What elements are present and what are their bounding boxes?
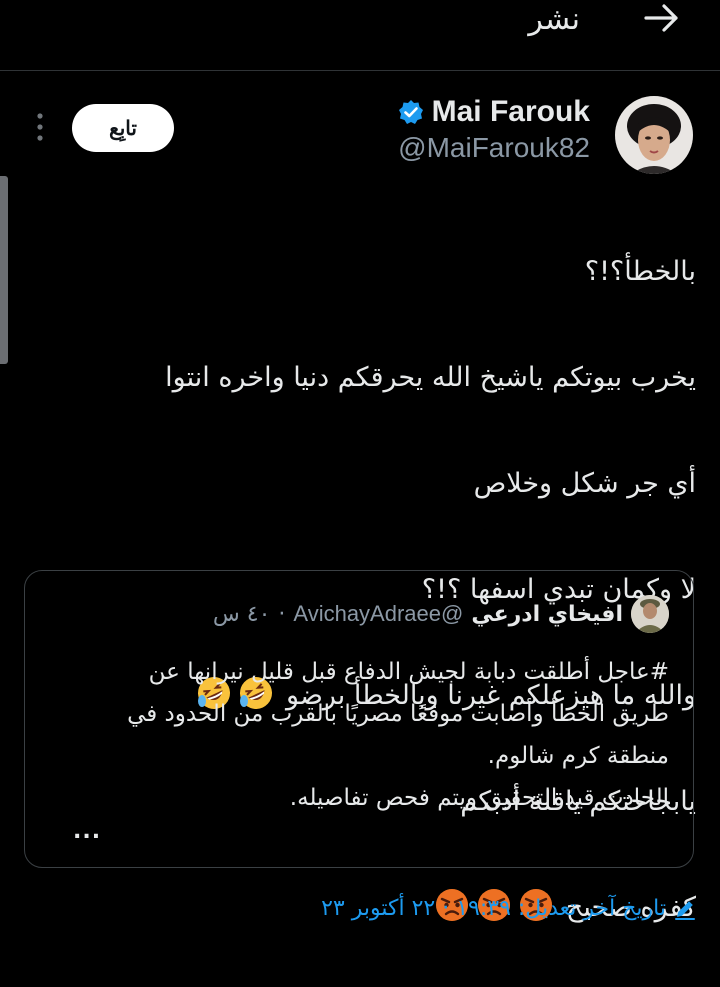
edited-text: تاريخ آخر تعديل: ١٩:٣٩ · ٢٢ أكتوبر ٢٣ <box>321 896 666 921</box>
quoted-line: طريق الخطأ وأصابت موقعًا مصريًا بالقرب م… <box>127 701 669 727</box>
quoted-timestamp[interactable]: ٤٠ س <box>213 602 271 627</box>
vertical-ellipsis-icon[interactable] <box>36 112 44 142</box>
quoted-line: الحادث قيد التحقيق ويتم فحص تفاصيله. <box>289 785 669 811</box>
avatar[interactable] <box>615 96 693 174</box>
quoted-tweet-text: #عاجل أطلقت دبابة لجيش الدفاع قبل قليل ن… <box>59 651 669 819</box>
quoted-avatar[interactable] <box>631 595 669 633</box>
top-bar: نشر <box>0 0 720 71</box>
separator-dot: · <box>278 601 286 627</box>
pencil-icon <box>675 900 695 920</box>
quoted-line: #عاجل أطلقت دبابة لجيش الدفاع قبل قليل ن… <box>148 659 669 685</box>
follow-button[interactable]: تابِع <box>72 104 174 152</box>
author-handle[interactable]: @MaiFarouk82 <box>398 132 590 164</box>
tweet-line: يخرب بيوتكم ياشيخ الله يحرقكم دنيا واخره… <box>165 362 696 393</box>
tweet-line: أي جر شكل وخلاص <box>473 468 696 499</box>
quoted-author-name[interactable]: افيخاي ادرعي <box>471 602 623 627</box>
scrollbar[interactable] <box>0 176 8 364</box>
quoted-tweet-card[interactable]: افيخاي ادرعي @AvichayAdraee · ٤٠ س #عاجل… <box>24 570 694 868</box>
page-title: نشر <box>528 2 580 37</box>
quoted-author-handle[interactable]: @AvichayAdraee <box>293 601 463 627</box>
arrow-right-icon[interactable] <box>642 0 682 36</box>
show-more-ellipsis[interactable]: ... <box>73 819 101 844</box>
quoted-line: منطقة كرم شالوم. <box>487 743 669 769</box>
quoted-tweet-header: افيخاي ادرعي @AvichayAdraee · ٤٠ س <box>213 595 669 633</box>
display-name-text: Mai Farouk <box>431 95 590 128</box>
edited-indicator[interactable]: تاريخ آخر تعديل: ١٩:٣٩ · ٢٢ أكتوبر ٢٣ <box>321 896 696 921</box>
tweet-line: بالخطأ؟!؟ <box>584 256 696 287</box>
verified-badge-icon <box>398 100 423 124</box>
display-name[interactable]: Mai Farouk <box>398 95 590 129</box>
